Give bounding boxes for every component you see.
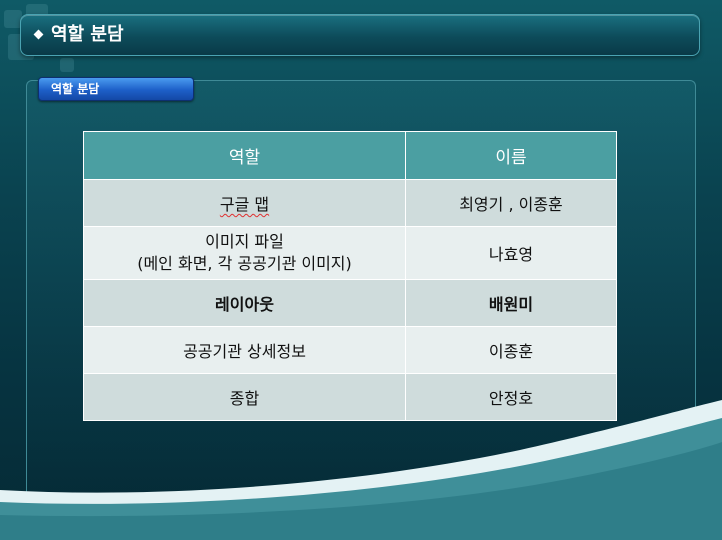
table-row: 공공기관 상세정보 이종훈: [83, 326, 617, 374]
role-cell: 레이아웃: [83, 279, 406, 327]
table-header-row: 역할 이름: [83, 131, 617, 180]
slide-title-bar: 역할 분담: [20, 14, 700, 56]
role-cell: 구글 맵: [83, 179, 406, 227]
table-row: 이미지 파일 (메인 화면, 각 공공기관 이미지) 나효영: [83, 226, 617, 280]
role-cell: 이미지 파일 (메인 화면, 각 공공기관 이미지): [83, 226, 406, 280]
decorative-wave: [0, 400, 722, 540]
role-text-line1: 이미지 파일: [205, 232, 284, 251]
section-label: 역할 분담: [38, 77, 194, 101]
table-row: 구글 맵 최영기 , 이종훈: [83, 179, 617, 227]
name-cell: 나효영: [405, 226, 617, 280]
roles-table: 역할 이름 구글 맵 최영기 , 이종훈 이미지 파일 (메인 화면, 각 공공…: [83, 131, 617, 421]
name-cell: 이종훈: [405, 326, 617, 374]
diamond-bullet-icon: [33, 29, 44, 40]
role-text: 구글 맵: [219, 195, 270, 214]
section-label-text: 역할 분담: [51, 82, 100, 96]
header-name: 이름: [405, 131, 617, 180]
slide-title: 역할 분담: [51, 24, 124, 45]
role-cell: 공공기관 상세정보: [83, 326, 406, 374]
name-cell: 최영기 , 이종훈: [405, 179, 617, 227]
role-text-line2: (메인 화면, 각 공공기관 이미지): [137, 254, 352, 273]
table-row: 레이아웃 배원미: [83, 279, 617, 327]
header-role: 역할: [83, 131, 406, 180]
name-cell: 배원미: [405, 279, 617, 327]
